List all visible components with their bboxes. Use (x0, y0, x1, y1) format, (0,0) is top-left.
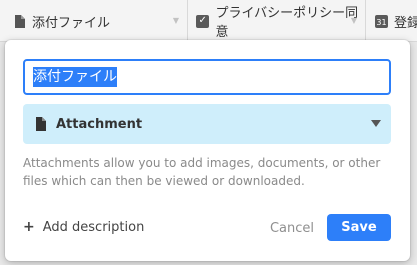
field-editor-popup: 添付ファイル Attachment Attachments allow you … (5, 40, 410, 261)
field-type-description: Attachments allow you to add images, doc… (23, 156, 381, 188)
field-header-row: 添付ファイル ▼ ✓ プライバシーポリシー同意 ▼ 31 登録 (0, 0, 417, 42)
file-icon (35, 117, 46, 131)
field-type-label: Attachment (56, 116, 143, 132)
chevron-down-icon[interactable]: ▼ (173, 16, 179, 25)
checkbox-icon: ✓ (196, 14, 210, 28)
add-description-button[interactable]: + Add description (23, 218, 144, 236)
number-icon: 31 (374, 14, 388, 28)
add-description-label: Add description (42, 219, 145, 235)
caret-down-icon (371, 120, 381, 127)
plus-icon: + (23, 219, 35, 235)
field-header-label: プライバシーポリシー同意 (215, 6, 359, 40)
svg-text:31: 31 (376, 18, 386, 27)
file-icon (12, 14, 26, 28)
field-header-attachment[interactable]: 添付ファイル ▼ (0, 0, 188, 42)
cancel-button[interactable]: Cancel (267, 216, 317, 240)
field-header-label: 添付ファイル (32, 15, 111, 31)
field-header-label: 登録 (394, 15, 417, 31)
chevron-down-icon[interactable]: ▼ (351, 16, 357, 25)
field-name-selected-text: 添付ファイル (33, 67, 117, 87)
field-header-register[interactable]: 31 登録 (366, 0, 417, 42)
field-name-input[interactable]: 添付ファイル (23, 59, 391, 95)
save-button[interactable]: Save (327, 214, 391, 241)
field-header-privacy[interactable]: ✓ プライバシーポリシー同意 ▼ (188, 0, 366, 42)
field-type-select[interactable]: Attachment (23, 104, 391, 144)
